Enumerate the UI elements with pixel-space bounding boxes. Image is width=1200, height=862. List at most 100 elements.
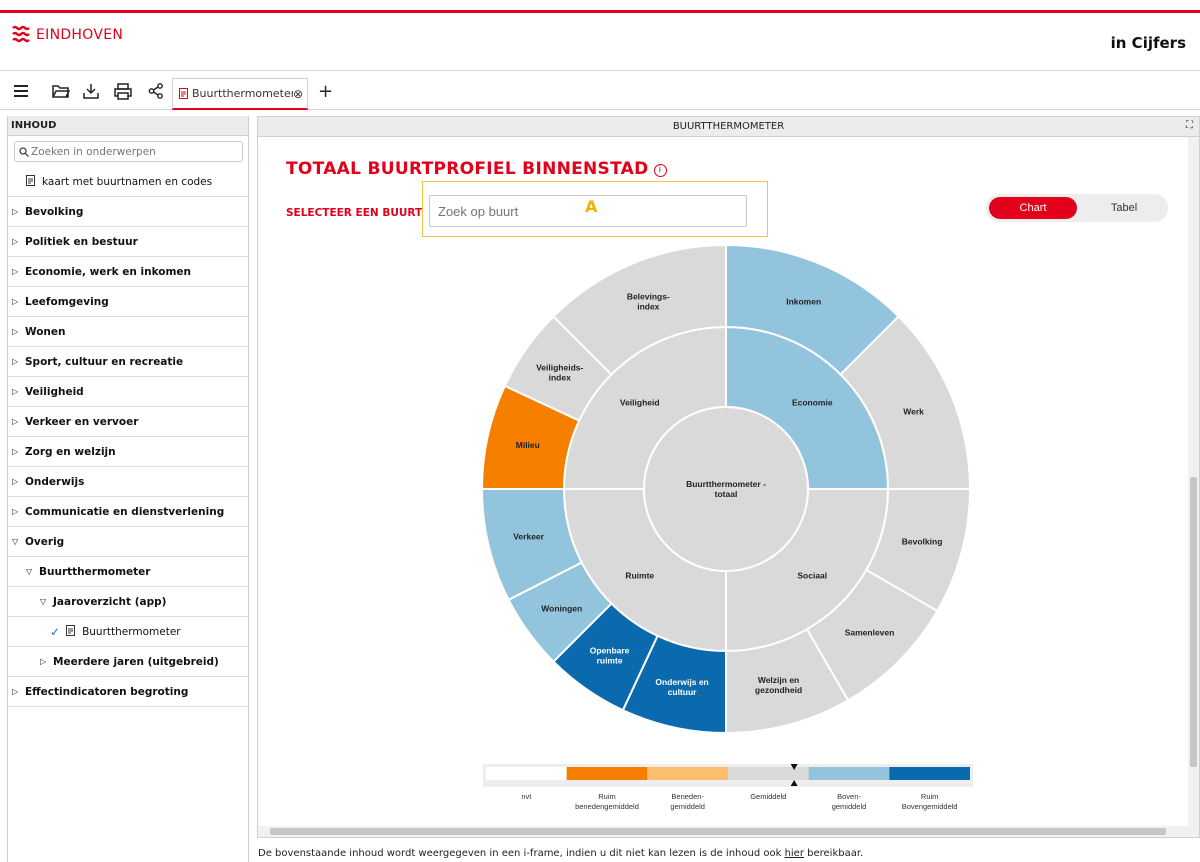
tab-buurtthermometer[interactable]: Buurtthermometer ⊗ [172,78,308,110]
sidebar-search-input[interactable] [31,145,231,158]
inner-segment-label: Veiligheid [620,398,660,408]
sidebar-item[interactable]: ▷ Leefomgeving [8,287,248,317]
horizontal-scrollbar[interactable] [258,826,1199,837]
sunburst-chart: Buurtthermometer -totaalEconomieSociaalR… [480,243,973,811]
caret-right-icon[interactable]: ▷ [12,267,20,276]
sidebar-item[interactable]: ▷ Meerdere jaren (uitgebreid) [8,647,248,677]
vertical-scrollbar[interactable] [1188,137,1199,827]
site-header: EINDHOVEN in Cijfers [0,13,1200,71]
close-tab-icon[interactable]: ⊗ [293,87,303,101]
sidebar-item-label: Bevolking [25,205,84,218]
iframe-link[interactable]: hier [785,848,804,859]
menu-icon[interactable] [10,81,32,101]
brand-name: EINDHOVEN [36,27,124,43]
sidebar-item[interactable]: ▽ Jaaroverzicht (app) [8,587,248,617]
iframe-notice: De bovenstaande inhoud wordt weergegeven… [258,848,863,859]
share-icon[interactable] [145,81,167,101]
sidebar-item-label: Jaaroverzicht (app) [53,595,167,608]
sidebar-item-label: Veiligheid [25,385,84,398]
legend-swatch [566,767,648,780]
document-icon [26,174,35,189]
sidebar-item-label: Communicatie en dienstverlening [25,505,225,518]
sidebar-item-label: Overig [25,535,65,548]
search-icon [19,146,29,157]
vertical-scroll-thumb[interactable] [1190,477,1197,767]
sidebar-item[interactable]: ▷ Bevolking [8,197,248,227]
outer-segment-label: Bevolking [902,537,943,547]
sidebar-item[interactable]: ▷ Onderwijs [8,467,248,497]
sidebar-item[interactable]: ▽ Overig [8,527,248,557]
sidebar-item[interactable]: ✓ Buurtthermometer [8,617,248,647]
inner-segment-label: Economie [792,398,833,408]
legend-swatch [728,767,809,780]
caret-right-icon[interactable]: ▷ [12,207,20,216]
sidebar-item-label: Politiek en bestuur [25,235,138,248]
horizontal-scroll-thumb[interactable] [270,828,1166,835]
iframe-notice-suffix: bereikbaar. [803,848,864,859]
inner-segment-label: Sociaal [797,570,827,580]
sidebar-item[interactable]: ▷ Wonen [8,317,248,347]
sidebar-item-label: Meerdere jaren (uitgebreid) [53,655,219,668]
caret-right-icon[interactable]: ▷ [12,417,20,426]
legend-label: Beneden-gemiddeld [670,792,705,811]
legend-swatch [486,767,567,780]
content-panel: BUURTTHERMOMETER ⛶ TOTAAL BUURTPROFIEL B… [257,116,1200,838]
sidebar-item[interactable]: ▷ Sport, cultuur en recreatie [8,347,248,377]
legend-swatch [889,767,970,780]
caret-right-icon[interactable]: ▷ [12,477,20,486]
legend-label: Ruim Bovengemiddeld [902,792,958,811]
download-icon[interactable] [80,81,102,101]
caret-right-icon[interactable]: ▷ [12,357,20,366]
checkmark-icon: ✓ [50,624,61,639]
legend-label: nvt [521,792,532,801]
iframe-notice-text: De bovenstaande inhoud wordt weergegeven… [258,848,785,859]
outer-segment-label: Woningen [541,603,582,613]
site-title: in Cijfers [1110,34,1186,52]
sidebar-item[interactable]: ▷ Verkeer en vervoer [8,407,248,437]
outer-segment-label: Samenleven [845,628,895,638]
caret-right-icon[interactable]: ▷ [12,297,20,306]
sidebar-item-label: Buurtthermometer [39,565,151,578]
print-icon[interactable] [112,81,134,101]
sidebar-item-label: Onderwijs [25,475,85,488]
caret-down-icon[interactable]: ▽ [40,597,48,606]
sidebar-item-label: Zorg en welzijn [25,445,116,458]
sidebar-item[interactable]: ▷ Politiek en bestuur [8,227,248,257]
caret-down-icon[interactable]: ▽ [12,537,20,546]
sidebar-item[interactable]: ▷ Effectindicatoren begroting [8,677,248,707]
sidebar-item-label: Leefomgeving [25,295,109,308]
sidebar-item-label: Economie, werk en inkomen [25,265,192,278]
sidebar-item[interactable]: ▽ Buurtthermometer [8,557,248,587]
folder-icon[interactable] [50,81,72,101]
sidebar-item-label: Verkeer en vervoer [25,415,139,428]
legend-swatch [647,767,728,780]
caret-right-icon[interactable]: ▷ [12,447,20,456]
caret-right-icon[interactable]: ▷ [12,687,20,696]
document-icon [179,88,188,99]
legend-label: Ruim benedengemiddeld [575,792,639,811]
eindhoven-logo[interactable]: EINDHOVEN [12,25,123,45]
add-tab-button[interactable]: + [318,81,333,102]
wave-logo-icon [12,25,30,43]
outer-segment-label: Welzijn en gezondheid [755,675,802,695]
caret-right-icon[interactable]: ▷ [12,327,20,336]
caret-right-icon[interactable]: ▷ [12,237,20,246]
sidebar-tree: kaart met buurtnamen en codes ▷ Bevolking ▷… [8,167,248,707]
sidebar-item[interactable]: kaart met buurtnamen en codes [8,167,248,197]
caret-right-icon[interactable]: ▷ [40,657,48,666]
sidebar-item-label: Wonen [25,325,66,338]
sidebar-item[interactable]: ▷ Economie, werk en inkomen [8,257,248,287]
sidebar-search[interactable] [14,141,243,162]
sidebar: INHOUD kaart met buurtnamen en codes ▷ Bev… [7,116,249,862]
caret-down-icon[interactable]: ▽ [26,567,34,576]
sidebar-item[interactable]: ▷ Zorg en welzijn [8,437,248,467]
outer-segment-label: Milieu [516,440,540,450]
sidebar-item[interactable]: ▷ Veiligheid [8,377,248,407]
caret-right-icon[interactable]: ▷ [12,507,20,516]
sidebar-item-label: kaart met buurtnamen en codes [42,175,213,188]
caret-right-icon[interactable]: ▷ [12,387,20,396]
inner-segment-label: Ruimte [625,570,654,580]
document-icon [66,624,76,639]
sidebar-item[interactable]: ▷ Communicatie en dienstverlening [8,497,248,527]
legend-label: Boven-gemiddeld [832,792,867,811]
